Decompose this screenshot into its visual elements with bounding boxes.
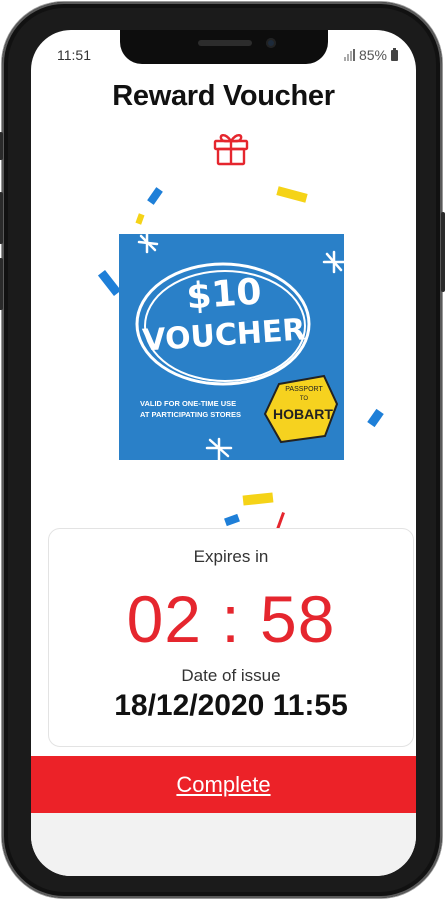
status-time: 11:51 (57, 47, 91, 63)
voucher-terms-line2: AT PARTICIPATING STORES (140, 410, 241, 419)
complete-button[interactable]: Complete (31, 756, 416, 813)
battery-icon (391, 47, 398, 61)
battery-percent: 85% (358, 47, 387, 63)
expires-label: Expires in (193, 547, 269, 566)
confetti (135, 213, 145, 225)
app-screen: 11:51 85% Reward Voucher $10 VOUCHER VAL… (31, 30, 416, 876)
complete-button-label: Complete (176, 771, 271, 797)
gift-icon (213, 134, 249, 166)
badge-mid-text: TO (299, 396, 309, 402)
signal-icon (343, 49, 355, 61)
issue-date: 18/12/2020 11:55 (114, 689, 348, 722)
expiry-card: Expires in 02 : 58 Date of issue 18/12/2… (48, 528, 414, 747)
confetti (97, 269, 122, 297)
voucher-image: $10 VOUCHER VALID FOR ONE-TIME USE AT PA… (119, 234, 344, 460)
issue-date-label: Date of issue (181, 666, 281, 685)
badge-name: HOBART (273, 406, 333, 422)
status-bar-right: 85% (343, 47, 398, 63)
confetti (242, 492, 274, 506)
confetti (147, 187, 163, 205)
voucher-terms-line1: VALID FOR ONE-TIME USE (140, 399, 237, 408)
confetti (276, 186, 308, 203)
confetti (367, 408, 384, 428)
badge-top-text: PASSPORT (285, 386, 323, 393)
page-title: Reward Voucher (112, 80, 335, 112)
confetti (224, 513, 240, 527)
footer-area (31, 813, 416, 876)
phone-frame: 11:51 85% Reward Voucher $10 VOUCHER VAL… (0, 2, 445, 898)
countdown-timer: 02 : 58 (126, 582, 336, 656)
notch (120, 30, 328, 64)
